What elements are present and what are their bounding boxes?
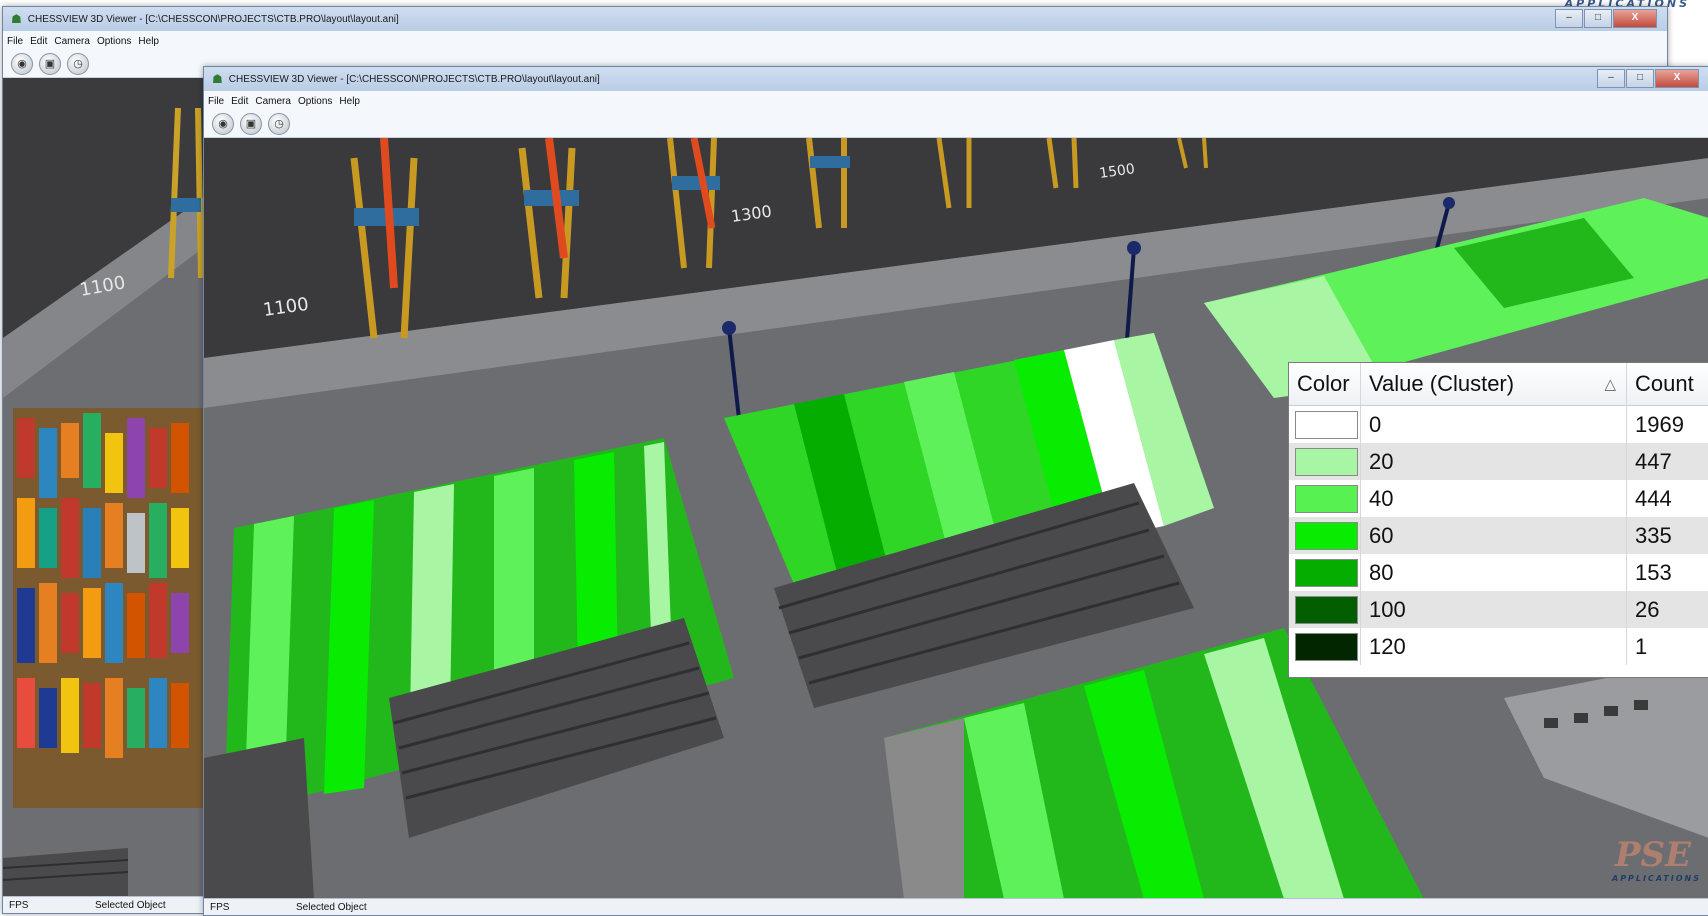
sort-ascending-icon: △ [1604,376,1616,393]
front-menubar: File Edit Camera Options Help [204,91,1708,111]
legend-row[interactable]: 80 153 [1289,554,1708,591]
menu-file[interactable]: File [7,36,23,47]
legend-row[interactable]: 0 1969 [1289,406,1708,443]
fps-label: FPS [210,901,230,913]
header-color[interactable]: Color [1289,363,1361,405]
close-button[interactable]: X [1655,69,1699,88]
color-swatch [1295,558,1358,587]
minimize-button[interactable]: – [1597,69,1625,88]
color-swatch [1295,484,1358,513]
front-toolbar: ◉ ▣ ◷ [204,111,1708,138]
legend-row[interactable]: 100 26 [1289,591,1708,628]
maximize-button[interactable]: □ [1584,9,1612,28]
menu-help[interactable]: Help [138,36,159,47]
camera-icon[interactable]: ◉ [212,113,234,135]
legend-swatch-cell [1289,443,1361,480]
fps-label: FPS [9,899,29,911]
header-value-label: Value (Cluster) [1369,371,1515,396]
brand-logo-mark: PSE [1614,835,1692,875]
app-logo-icon: ☗ [11,12,22,26]
app-logo-icon: ☗ [212,72,223,86]
camera-icon[interactable]: ◉ [11,53,33,75]
header-count[interactable]: Count [1627,363,1708,405]
brand-logo: PSE APPLICATIONS [1612,835,1701,892]
menu-file[interactable]: File [208,96,224,107]
legend-count: 444 [1635,485,1672,511]
maximize-button[interactable]: □ [1626,69,1654,88]
legend-count: 1969 [1635,411,1684,437]
legend-row[interactable]: 40 444 [1289,480,1708,517]
container-stack [13,408,203,808]
menu-edit[interactable]: Edit [30,36,47,47]
color-swatch [1295,632,1358,661]
screenshot-icon[interactable]: ▣ [240,113,262,135]
back-scene-render: 1100 [3,78,203,897]
legend-value: 40 [1361,480,1627,517]
menu-options[interactable]: Options [298,96,332,107]
close-button[interactable]: X [1613,9,1657,28]
header-value[interactable]: Value (Cluster) △ [1361,363,1627,405]
legend-row[interactable]: 20 447 [1289,443,1708,480]
clock-icon[interactable]: ◷ [67,53,89,75]
color-swatch [1295,410,1358,439]
selected-object-label: Selected Object [95,899,166,911]
menu-camera[interactable]: Camera [54,36,90,47]
legend-value: 100 [1361,591,1627,628]
legend-swatch-cell [1289,480,1361,517]
legend-swatch-cell [1289,628,1361,665]
legend-count: 335 [1635,522,1672,548]
color-swatch [1295,595,1358,624]
brand-logo-sub: APPLICATIONS [1612,874,1701,883]
menu-camera[interactable]: Camera [255,96,291,107]
selected-object-label: Selected Object [296,901,367,913]
legend-row[interactable]: 120 1 [1289,628,1708,665]
legend-value: 80 [1361,554,1627,591]
cluster-legend-table[interactable]: Color Value (Cluster) △ Count 0 1969 20 447… [1288,362,1708,678]
legend-value: 0 [1361,406,1627,443]
legend-swatch-cell [1289,517,1361,554]
front-statusbar: FPS Selected Object [204,898,1708,915]
legend-row[interactable]: 60 335 [1289,517,1708,554]
front-titlebar[interactable]: ☗ CHESSVIEW 3D Viewer - [C:\CHESSCON\PRO… [204,67,1708,91]
back-titlebar[interactable]: ☗ CHESSVIEW 3D Viewer - [C:\CHESSCON\PRO… [3,7,1667,31]
legend-rows: 0 1969 20 447 40 444 60 335 80 153 100 26 120 1 [1289,406,1708,665]
legend-count: 1 [1635,633,1648,659]
legend-value: 20 [1361,443,1627,480]
legend-swatch-cell [1289,591,1361,628]
legend-swatch-cell [1289,554,1361,591]
legend-count: 26 [1635,596,1660,622]
screenshot-icon[interactable]: ▣ [39,53,61,75]
legend-count: 153 [1635,559,1672,585]
minimize-button[interactable]: – [1555,9,1583,28]
back-menubar: File Edit Camera Options Help [3,31,1667,51]
back-window-title: CHESSVIEW 3D Viewer - [C:\CHESSCON\PROJE… [27,13,399,25]
clock-icon[interactable]: ◷ [268,113,290,135]
menu-help[interactable]: Help [339,96,360,107]
front-window-title: CHESSVIEW 3D Viewer - [C:\CHESSCON\PROJE… [228,73,600,85]
color-swatch [1295,447,1358,476]
menu-options[interactable]: Options [97,36,131,47]
legend-swatch-cell [1289,406,1361,443]
legend-header-row: Color Value (Cluster) △ Count [1289,363,1708,406]
legend-value: 120 [1361,628,1627,665]
color-swatch [1295,521,1358,550]
menu-edit[interactable]: Edit [231,96,248,107]
legend-value: 60 [1361,517,1627,554]
legend-count: 447 [1635,448,1672,474]
